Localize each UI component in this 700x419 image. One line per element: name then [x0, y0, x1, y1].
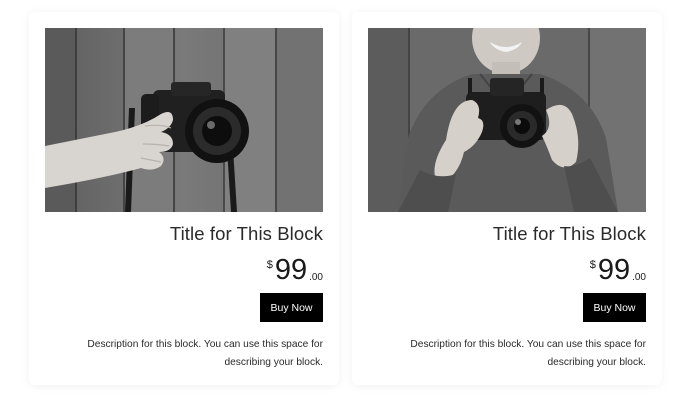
price-currency: $ [266, 259, 273, 271]
product-grid: Title for This Block $ 99 .00 Buy Now De… [0, 0, 700, 419]
product-price: $ 99 .00 [590, 253, 646, 287]
buy-now-button[interactable]: Buy Now [260, 293, 323, 322]
product-card: Title for This Block $ 99 .00 Buy Now De… [352, 12, 662, 385]
price-cents: .00 [309, 272, 323, 283]
price-cents: .00 [632, 272, 646, 283]
product-title: Title for This Block [492, 223, 646, 244]
price-whole: 99 [597, 254, 631, 286]
price-currency: $ [589, 259, 596, 271]
product-image [368, 28, 646, 212]
price-whole: 99 [274, 254, 308, 286]
product-card: Title for This Block $ 99 .00 Buy Now De… [29, 12, 339, 385]
camera-in-hand-photo [45, 28, 323, 212]
buy-now-button[interactable]: Buy Now [583, 293, 646, 322]
man-with-camera-photo [368, 28, 646, 212]
product-description: Description for this block. You can use … [410, 339, 646, 368]
product-price: $ 99 .00 [267, 253, 323, 287]
product-description: Description for this block. You can use … [87, 339, 323, 368]
product-title: Title for This Block [169, 223, 323, 244]
product-image [45, 28, 323, 212]
